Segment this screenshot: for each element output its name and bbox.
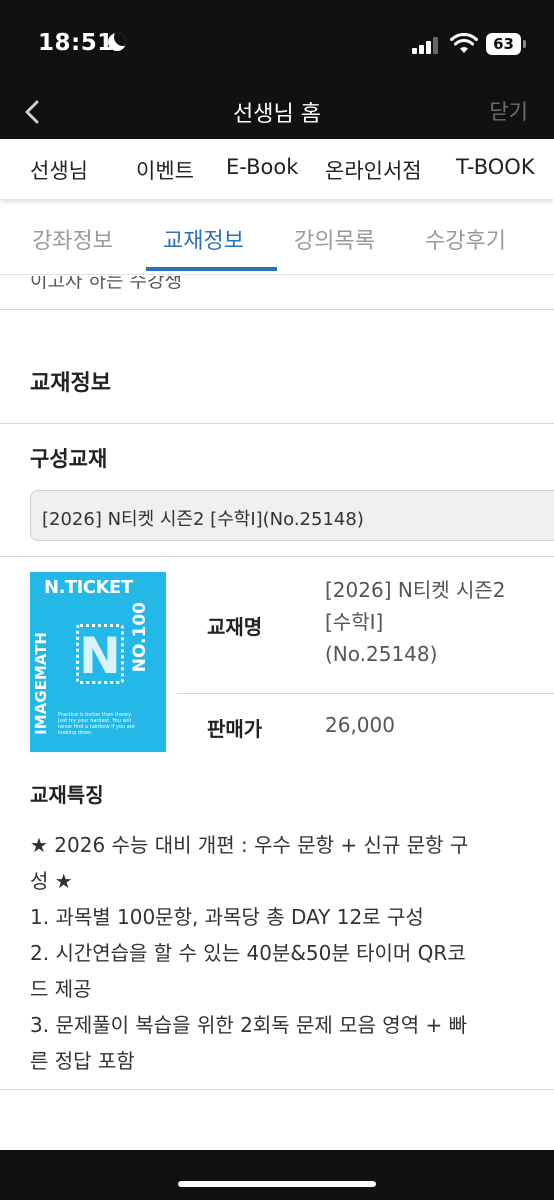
textbook-select[interactable]: [2026] N티켓 시즌2 [수학Ⅰ](No.25148) (30, 490, 554, 541)
feature-line: ★ 2026 수능 대비 개편 : 우수 문항 + 신규 문항 구 (30, 833, 469, 857)
close-button[interactable]: 닫기 (489, 96, 528, 126)
status-bar: 18:51 63 (0, 0, 554, 86)
status-time: 18:51 (38, 30, 114, 56)
feature-line: 3. 문제풀이 복습을 위한 2회독 문제 모음 영역 + 빠 (30, 1013, 467, 1037)
sub-tabs: 강좌정보 교재정보 강의목록 수강후기 (0, 199, 554, 275)
bottom-bar (0, 1150, 554, 1200)
cover-brand: IMAGEMATH (32, 632, 50, 735)
tab-reviews[interactable]: 수강후기 (425, 223, 506, 255)
cover-letter: N (79, 627, 121, 685)
feature-line: 2. 시간연습을 할 수 있는 40분&50분 타이머 QR코 (30, 941, 466, 965)
price-value: 26,000 (325, 713, 395, 737)
scrolled-text-fragment: 이고자 하는 수강생 (30, 276, 182, 292)
home-indicator[interactable] (178, 1181, 376, 1187)
divider (0, 309, 554, 310)
menu-item-online-bookstore[interactable]: 온라인서점 (325, 155, 422, 185)
selected-textbook: [2026] N티켓 시즌2 [수학Ⅰ](No.25148) (42, 509, 364, 530)
wifi-icon (450, 32, 478, 55)
battery-level: 63 (486, 33, 521, 55)
info-divider (177, 693, 554, 694)
book-name-label: 교재명 (207, 615, 263, 639)
price-label: 판매가 (207, 717, 263, 741)
cover-number: NO.100 (130, 602, 150, 673)
active-tab-indicator (146, 267, 277, 271)
divider (0, 1089, 554, 1090)
section-title: 교재정보 (30, 371, 111, 396)
composition-label: 구성교재 (30, 447, 108, 471)
feature-line: 드 제공 (30, 977, 92, 1001)
divider (0, 556, 554, 557)
do-not-disturb-moon-icon (108, 33, 126, 51)
feature-line: 1. 과목별 100문항, 과목당 총 DAY 12로 구성 (30, 905, 424, 929)
menu-item-ebook[interactable]: E-Book (226, 155, 298, 179)
feature-line: 른 정답 포함 (30, 1049, 135, 1073)
menu-item-event[interactable]: 이벤트 (136, 155, 194, 185)
battery-icon: 63 (486, 33, 526, 55)
page-title: 선생님 홈 (233, 102, 321, 127)
menu-item-tbook[interactable]: T-BOOK (456, 155, 535, 179)
book-name-value: [2026] N티켓 시즌2 [수학Ⅰ] (No.25148) (325, 578, 506, 666)
cover-title: N.TICKET (44, 577, 133, 598)
features-title: 교재특징 (30, 783, 104, 807)
tab-course-info[interactable]: 강좌정보 (32, 223, 113, 255)
book-cover-image: N.TICKET NO.100 IMAGEMATH N Practice is … (30, 572, 166, 752)
tab-lecture-list[interactable]: 강의목록 (294, 223, 375, 255)
tab-textbook-info[interactable]: 교재정보 (163, 223, 244, 255)
divider (0, 423, 554, 424)
menu-item-teacher[interactable]: 선생님 (30, 155, 88, 185)
nav-header: 선생님 홈 닫기 (0, 86, 554, 139)
cellular-signal-icon (412, 36, 440, 54)
feature-line: 성 ★ (30, 869, 73, 893)
cover-tagline: Practice is better than theory. Just try… (58, 712, 135, 736)
top-menu: 선생님 이벤트 E-Book 온라인서점 T-BOOK (0, 139, 554, 199)
